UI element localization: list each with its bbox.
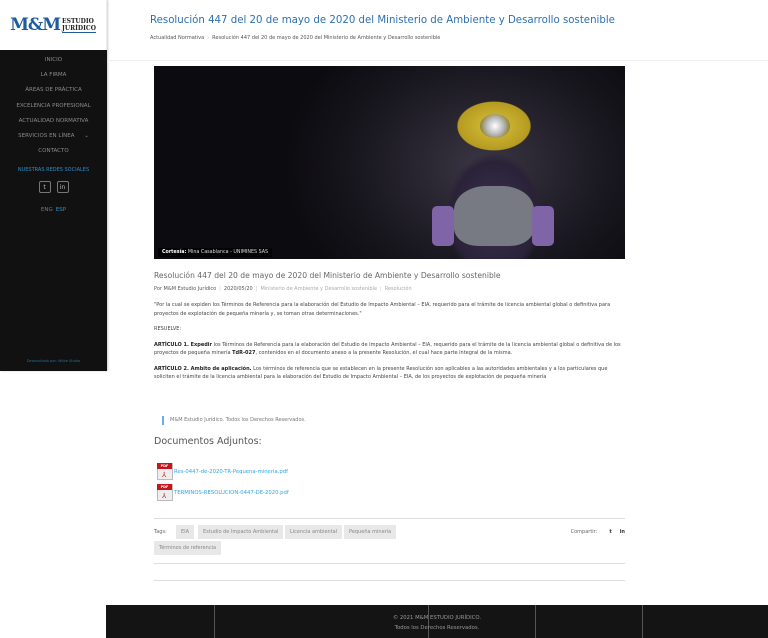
page-title: Resolución 447 del 20 de mayo de 2020 de… <box>150 15 615 26</box>
post-date: 2020/05/20 <box>223 286 253 292</box>
share: Compartir: t in <box>571 529 625 535</box>
tag[interactable]: Términos de referencia <box>154 541 222 555</box>
resuelve-heading: RESUELVE: <box>154 326 182 332</box>
copyright-quote: M&M Estudio Jurídico. Todos los Derechos… <box>162 416 306 425</box>
article-title: Resolución 447 del 20 de mayo de 2020 de… <box>154 271 501 280</box>
sidebar: M&M ESTUDIO JURÍDICO INICIO LA FIRMA ÁREA… <box>0 0 107 371</box>
pdf-icon: PDF ⅄ <box>157 484 173 501</box>
footer-copyright: © 2021 M&M ESTUDIO JURÍDICO. Todos los De… <box>392 615 482 631</box>
attachments-heading: Documentos Adjuntos: <box>154 436 262 447</box>
lang-esp[interactable]: ESP <box>56 207 66 213</box>
mask-filter <box>432 206 454 246</box>
nav-areas[interactable]: ÁREAS DE PRÁCTICA <box>0 83 107 98</box>
main-nav: INICIO LA FIRMA ÁREAS DE PRÁCTICA EXCELE… <box>0 50 107 159</box>
linkedin-icon[interactable]: in <box>56 181 69 194</box>
pdf-icon: PDF ⅄ <box>157 463 173 480</box>
breadcrumb-current: Resolución 447 del 20 de mayo de 2020 de… <box>212 35 441 41</box>
featured-image: Cortesía: Mina Casablanca - UNIMINES SAS <box>154 66 625 259</box>
article-intro: "Por la cual se expiden los Términos de … <box>154 302 611 317</box>
divider <box>154 518 625 519</box>
breadcrumb: Actualidad Normativa › Resolución 447 del … <box>150 35 441 41</box>
nav-excelencia[interactable]: EXCELENCIA PROFESIONAL <box>0 99 107 114</box>
tag[interactable]: Pequeña minería <box>344 525 397 539</box>
logo-text: ESTUDIO JURÍDICO <box>62 17 96 33</box>
nav-contacto[interactable]: CONTACTO <box>0 144 107 159</box>
social-title: NUESTRAS REDES SOCIALES <box>17 167 90 174</box>
category-link[interactable]: Ministerio de Ambiente y Desarrollo sost… <box>260 286 377 292</box>
attachment-link[interactable]: PDF ⅄ Res-0447-de-2020-TR-Pequena-mineria.… <box>157 463 288 480</box>
linkedin-icon[interactable]: in <box>620 529 625 535</box>
developer-credit[interactable]: Desarrollado por: Wiibe Studio <box>0 359 107 363</box>
footer: © 2021 M&M ESTUDIO JURÍDICO. Todos los De… <box>106 605 768 638</box>
logo[interactable]: M&M ESTUDIO JURÍDICO <box>0 0 107 50</box>
divider <box>154 580 625 581</box>
mask-filter <box>532 206 554 246</box>
nav-la-firma[interactable]: LA FIRMA <box>0 68 107 83</box>
tag[interactable]: EIA <box>176 525 195 539</box>
tag[interactable]: Estudio de Impacto Ambiental <box>198 525 284 539</box>
lang-eng[interactable]: ENG <box>41 207 53 213</box>
article: Resolución 447 del 20 de mayo de 2020 de… <box>154 271 625 382</box>
divider <box>154 563 625 564</box>
twitter-icon[interactable]: t <box>38 181 51 194</box>
share-label: Compartir: <box>570 529 598 535</box>
author-link[interactable]: Por M&M Estudio Jurídico <box>154 286 216 292</box>
category-link[interactable]: Resolución <box>385 286 412 292</box>
page-header: Resolución 447 del 20 de mayo de 2020 de… <box>107 0 768 61</box>
chevron-down-icon: ⌄ <box>84 132 89 139</box>
nav-servicios[interactable]: SERVICIOS EN LÍNEA ⌄ <box>0 129 107 144</box>
logo-mark: M&M <box>10 15 61 35</box>
breadcrumb-link[interactable]: Actualidad Normativa <box>150 35 204 41</box>
attachment-link[interactable]: PDF ⅄ TERMINOS-RESOLUCION-0447-DE-2020.pdf <box>157 484 289 501</box>
nav-actualidad[interactable]: ACTUALIDAD NORMATIVA <box>0 114 107 129</box>
respirator-mask <box>454 186 534 246</box>
tag[interactable]: Licencia ambiental <box>285 525 343 539</box>
photo-credit: Cortesía: Mina Casablanca - UNIMINES SAS <box>158 248 273 257</box>
nav-inicio[interactable]: INICIO <box>0 53 107 68</box>
twitter-icon[interactable]: t <box>609 529 611 535</box>
article-2: ARTÍCULO 2. Ambito de aplicación. Los té… <box>154 365 608 381</box>
helmet-lamp <box>480 114 510 138</box>
tags-label: Tags: <box>154 529 167 535</box>
article-1: ARTÍCULO 1. Expedir los Términos de Refe… <box>154 341 621 357</box>
nav-servicios-label: SERVICIOS EN LÍNEA <box>18 132 75 139</box>
article-meta: Por M&M Estudio Jurídico | 2020/05/20 | Mini… <box>154 286 412 292</box>
